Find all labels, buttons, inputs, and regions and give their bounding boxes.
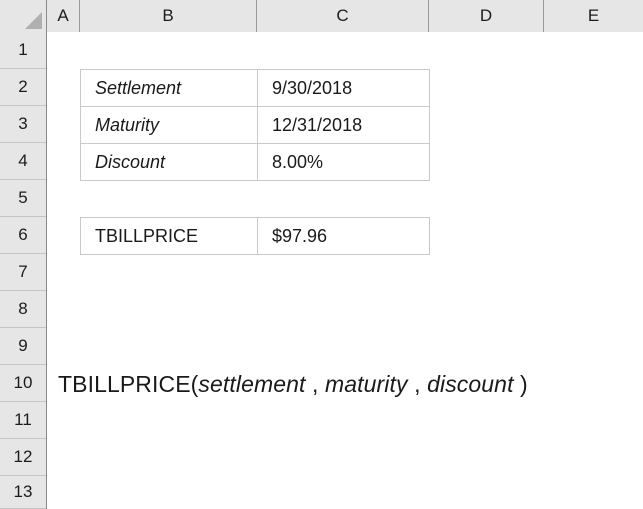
cell-c3-maturity-value[interactable]: 12/31/2018 [257,106,430,144]
syntax-arg-settlement: settlement [198,371,306,397]
cell-c4-discount-value[interactable]: 8.00% [257,143,430,181]
cell-c6-tbillprice-value[interactable]: $97.96 [257,217,430,255]
row-header-9[interactable]: 9 [0,328,46,365]
table-row[interactable]: Discount 8.00% [80,143,430,181]
syntax-arg-maturity: maturity [325,371,408,397]
select-all-triangle-icon [25,12,42,29]
syntax-function-name: TBILLPRICE [58,371,191,397]
row-header-8[interactable]: 8 [0,291,46,328]
spreadsheet-canvas: A B C D E 1 2 3 4 5 6 7 8 9 10 11 12 13 … [0,0,643,509]
cell-b3-maturity-label[interactable]: Maturity [80,106,258,144]
row-header-1[interactable]: 1 [0,32,46,69]
sheet-grid-body: Settlement 9/30/2018 Maturity 12/31/2018… [48,33,643,509]
row-header-12[interactable]: 12 [0,439,46,476]
row-header-10[interactable]: 10 [0,365,46,402]
result-table: TBILLPRICE $97.96 [80,217,430,255]
column-header-a[interactable]: A [47,0,80,32]
row-header-4[interactable]: 4 [0,143,46,180]
table-row[interactable]: Settlement 9/30/2018 [80,69,430,107]
row-header-2[interactable]: 2 [0,69,46,106]
cell-b2-settlement-label[interactable]: Settlement [80,69,258,107]
column-header-e[interactable]: E [544,0,643,32]
column-header-strip: A B C D E [0,0,643,32]
row-header-7[interactable]: 7 [0,254,46,291]
cell-c2-settlement-value[interactable]: 9/30/2018 [257,69,430,107]
syntax-separator-1: , [305,371,326,397]
syntax-arg-discount: discount [427,371,514,397]
column-header-b[interactable]: B [80,0,257,32]
inputs-table: Settlement 9/30/2018 Maturity 12/31/2018… [80,69,430,181]
row-header-6[interactable]: 6 [0,217,46,254]
syntax-separator-2: , [407,371,428,397]
column-header-c[interactable]: C [257,0,429,32]
row-header-strip: 1 2 3 4 5 6 7 8 9 10 11 12 13 [0,32,47,509]
cell-b6-tbillprice-label[interactable]: TBILLPRICE [80,217,258,255]
table-row[interactable]: TBILLPRICE $97.96 [80,217,430,255]
table-row[interactable]: Maturity 12/31/2018 [80,106,430,144]
syntax-close-paren: ) [513,371,528,397]
row-header-3[interactable]: 3 [0,106,46,143]
row-header-11[interactable]: 11 [0,402,46,439]
row-header-5[interactable]: 5 [0,180,46,217]
column-header-d[interactable]: D [429,0,544,32]
select-all-corner[interactable] [0,0,47,32]
function-syntax-line: TBILLPRICE(settlement , maturity , disco… [58,371,528,398]
row-header-13[interactable]: 13 [0,476,46,509]
cell-b4-discount-label[interactable]: Discount [80,143,258,181]
